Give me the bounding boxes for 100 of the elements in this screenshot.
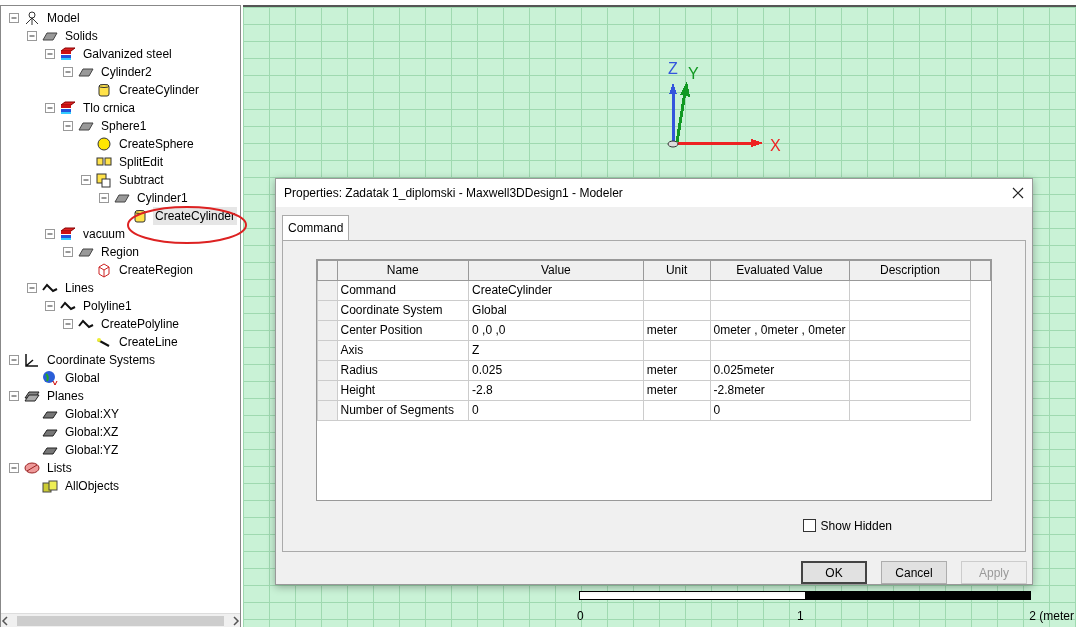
3d-viewport[interactable] [243, 5, 1076, 627]
collapse-toggle-icon[interactable] [63, 66, 74, 78]
region-icon [95, 262, 113, 278]
row-header [317, 340, 337, 361]
table-cell [643, 300, 710, 321]
collapse-toggle-icon[interactable] [27, 282, 38, 294]
collapse-toggle-icon[interactable] [45, 102, 56, 114]
checkbox[interactable] [802, 519, 816, 533]
table-cell: Number of Segments [337, 400, 469, 421]
collapse-toggle-icon[interactable] [9, 12, 20, 24]
row-header [317, 300, 337, 321]
horizontal-scrollbar[interactable] [1, 613, 240, 627]
tree-item[interactable]: Sphere1 [99, 117, 149, 135]
collapse-toggle-icon[interactable] [45, 228, 56, 240]
tree-item[interactable]: Global:YZ [63, 441, 121, 459]
collapse-toggle-icon[interactable] [99, 192, 110, 204]
tree-item[interactable]: Lines [63, 279, 96, 297]
collapse-toggle-icon[interactable] [45, 300, 56, 312]
blocks-icon [41, 478, 59, 494]
tree-item[interactable]: CreatePolyline [99, 315, 182, 333]
tree-item[interactable]: Solids [63, 27, 100, 45]
collapse-toggle-icon[interactable] [63, 120, 74, 132]
dialog-button[interactable]: OK [801, 561, 867, 584]
sphere-icon [95, 136, 113, 152]
tree-item[interactable]: Global:XZ [63, 423, 121, 441]
tree-item[interactable]: Subtract [117, 171, 166, 189]
table-cell: CreateCylinder [468, 280, 644, 301]
tree-item[interactable]: Lists [45, 459, 74, 477]
table-cell: 0 ,0 ,0 [468, 320, 644, 341]
table-cell: 0.025meter [710, 360, 850, 381]
layers-icon [59, 100, 77, 116]
scale-label: 1 [797, 610, 804, 622]
table-cell: meter [643, 360, 710, 381]
layers-icon [59, 226, 77, 242]
table-cell: 0 [468, 400, 644, 421]
column-header-filler [970, 260, 991, 281]
tree-item[interactable]: Tlo crnica [81, 99, 137, 117]
row-header [317, 280, 337, 301]
table-cell: 0 [710, 400, 850, 421]
axis-label: Z [668, 60, 678, 77]
tree-item[interactable]: Cylinder1 [135, 189, 190, 207]
tree-item[interactable]: SplitEdit [117, 153, 166, 171]
globe-icon [41, 370, 59, 386]
row-header-corner [317, 260, 337, 281]
tree-item[interactable]: Global [63, 369, 102, 387]
tree-item[interactable]: AllObjects [63, 477, 122, 495]
column-header: Unit [643, 260, 710, 281]
tree-item[interactable]: CreateCylinder [117, 81, 202, 99]
model-icon [23, 10, 41, 26]
cylinder-icon [95, 82, 113, 98]
cylinder-icon [131, 208, 149, 224]
tree-item[interactable]: Global:XY [63, 405, 122, 423]
table-cell: 0.025 [468, 360, 644, 381]
collapse-toggle-icon[interactable] [63, 246, 74, 258]
column-header: Name [337, 260, 469, 281]
origin-marker [667, 140, 679, 148]
table-cell: meter [643, 320, 710, 341]
collapse-toggle-icon[interactable] [45, 48, 56, 60]
tree-item[interactable]: Planes [45, 387, 86, 405]
scale-label: 0 [577, 610, 584, 622]
table-cell: meter [643, 380, 710, 401]
table-cell: Center Position [337, 320, 469, 341]
axis-label: Y [688, 65, 699, 82]
tree-item[interactable]: CreateLine [117, 333, 180, 351]
table-cell [643, 340, 710, 361]
row-header [317, 380, 337, 401]
tree-item[interactable]: Region [99, 243, 142, 261]
table-cell [643, 280, 710, 301]
tree-item[interactable]: CreateSphere [117, 135, 196, 153]
close-icon[interactable] [1012, 186, 1024, 199]
table-cell [643, 400, 710, 421]
table-cell: Axis [337, 340, 469, 361]
tree-item[interactable]: CreateRegion [117, 261, 196, 279]
scroll-right-icon[interactable] [232, 615, 240, 626]
collapse-toggle-icon[interactable] [27, 30, 38, 42]
tree-item[interactable]: Polyline1 [81, 297, 134, 315]
collapse-toggle-icon[interactable] [9, 462, 20, 474]
tree-item[interactable]: Galvanized steel [81, 45, 174, 63]
collapse-toggle-icon[interactable] [9, 354, 20, 366]
list-icon [23, 460, 41, 476]
scroll-left-icon[interactable] [1, 615, 9, 626]
tab[interactable]: Command [282, 214, 350, 240]
checkbox-label: Show Hidden [820, 517, 892, 535]
subtract-icon [95, 172, 113, 188]
row-header [317, 360, 337, 381]
table-cell: 0meter , 0meter , 0meter [710, 320, 850, 341]
column-header: Evaluated Value [710, 260, 850, 281]
tree-item[interactable]: Model [45, 9, 82, 27]
tree-item[interactable]: Cylinder2 [99, 63, 154, 81]
tree-item[interactable]: vacuum [81, 225, 128, 243]
tree-item[interactable]: Coordinate Systems [45, 351, 158, 369]
layers-icon [59, 46, 77, 62]
scale-label: 2 (meter [1029, 610, 1074, 622]
collapse-toggle-icon[interactable] [81, 174, 92, 186]
table-cell: Global [468, 300, 644, 321]
table-cell: Command [337, 280, 469, 301]
dialog-button[interactable]: Cancel [881, 561, 947, 584]
collapse-toggle-icon[interactable] [9, 390, 20, 402]
column-header: Description [849, 260, 971, 281]
collapse-toggle-icon[interactable] [63, 318, 74, 330]
